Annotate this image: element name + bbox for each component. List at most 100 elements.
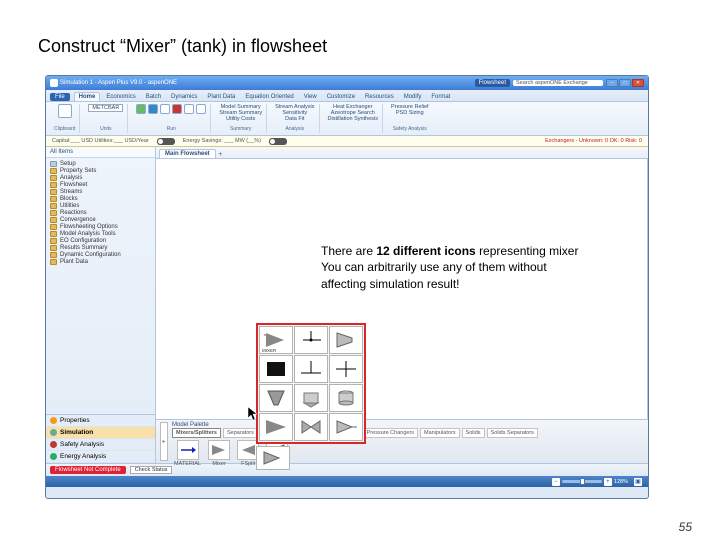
mixer-variant-hopper[interactable] [259, 384, 293, 412]
tree-item[interactable]: Flowsheet [48, 181, 153, 188]
mixer-variant-triangle[interactable]: MIXER [259, 326, 293, 354]
view-mode-button[interactable]: ▣ [634, 478, 642, 486]
zoom-in-button[interactable]: + [604, 478, 612, 486]
palette-item-material[interactable]: MATERIAL [172, 439, 203, 468]
palette-collapse-arrow[interactable]: ▸ [160, 422, 168, 461]
folder-icon [50, 231, 57, 237]
zoom-control[interactable]: − + 128% [552, 478, 628, 486]
search-input[interactable]: Search aspenONE Exchange [513, 80, 603, 86]
ribbon-tab-dynamics[interactable]: Dynamics [167, 93, 201, 101]
environment-switcher: Properties Simulation Safety Analysis En… [46, 414, 155, 463]
ribbon-tab-economics[interactable]: Economics [102, 93, 139, 101]
palette-item-mixer[interactable]: Mixer [206, 439, 232, 468]
mixer-variant-extra[interactable] [256, 446, 290, 470]
folder-icon [50, 238, 57, 244]
zoom-out-button[interactable]: − [552, 478, 560, 486]
ribbon-tab-eo[interactable]: Equation Oriented [241, 93, 297, 101]
energy-toggle[interactable] [269, 138, 287, 145]
mixer-variant-tank-inline[interactable] [294, 384, 328, 412]
env-energy[interactable]: Energy Analysis [46, 451, 155, 463]
zoom-slider[interactable] [562, 480, 602, 483]
folder-icon [50, 196, 57, 202]
tree-item[interactable]: Dynamic Configuration [48, 251, 153, 258]
palette-cat-mixers[interactable]: Mixers/Splitters [172, 428, 221, 438]
env-safety[interactable]: Safety Analysis [46, 439, 155, 451]
section-tab-flowsheet[interactable]: Flowsheet [475, 79, 510, 87]
ribbon-tab-strip: File Home Economics Batch Dynamics Plant… [46, 90, 648, 102]
ribbon-tab-plant-data[interactable]: Plant Data [203, 93, 239, 101]
next-icon[interactable] [136, 104, 146, 114]
ribbon-group-clipboard: Clipboard [50, 104, 80, 133]
ribbon-tab-format[interactable]: Format [427, 93, 454, 101]
folder-icon [50, 252, 57, 258]
palette-cat-solids-sep[interactable]: Solids Separators [487, 428, 538, 438]
ribbon-tab-batch[interactable]: Batch [142, 93, 165, 101]
tree-item[interactable]: Blocks [48, 195, 153, 202]
tree-item[interactable]: Flowsheeting Options [48, 223, 153, 230]
paste-icon[interactable] [58, 104, 72, 118]
tree-item[interactable]: Reactions [48, 209, 153, 216]
tree-item[interactable]: Results Summary [48, 244, 153, 251]
dist-synth-link[interactable]: Distillation Synthesis [328, 116, 378, 122]
minimize-button[interactable]: – [606, 79, 618, 87]
stop-icon[interactable] [172, 104, 182, 114]
tree-item[interactable]: Setup [48, 160, 153, 167]
mixer-variant-tee2[interactable] [294, 355, 328, 383]
folder-icon [50, 175, 57, 181]
mixer-variant-cross[interactable] [329, 355, 363, 383]
ribbon-tab-view[interactable]: View [300, 93, 321, 101]
flowsheet-add-tab[interactable]: + [219, 152, 223, 158]
units-select[interactable]: METCBAR [88, 104, 123, 112]
run-icon[interactable] [148, 104, 158, 114]
tree-item[interactable]: Analysis [48, 174, 153, 181]
close-button[interactable]: ✕ [632, 79, 644, 87]
flowsheet-tab-main[interactable]: Main Flowsheet [159, 149, 216, 158]
flowsheet-canvas[interactable]: There are 12 different icons representin… [156, 159, 648, 419]
tree-item[interactable]: Model Analysis Tools [48, 230, 153, 237]
folder-icon [50, 189, 57, 195]
palette-title: Model Palette [172, 422, 644, 428]
env-simulation[interactable]: Simulation [46, 427, 155, 439]
tree-item[interactable]: Property Sets [48, 167, 153, 174]
tree-item[interactable]: Utilities [48, 202, 153, 209]
mixer-variant-tee[interactable] [294, 326, 328, 354]
utility-costs-link[interactable]: Utility Costs [226, 116, 255, 122]
ribbon-group-badges: Pressure Relief PSD Sizing Safety Analys… [387, 104, 433, 133]
nav-tree[interactable]: Setup Property Sets Analysis Flowsheet S… [46, 158, 155, 414]
folder-icon [50, 182, 57, 188]
tree-item[interactable]: EO Configuration [48, 237, 153, 244]
reset-icon[interactable] [184, 104, 194, 114]
psd-sizing-link[interactable]: PSD Sizing [396, 110, 424, 116]
tree-item[interactable]: Convergence [48, 216, 153, 223]
nav-header: All Items [46, 147, 155, 158]
palette-cat-separators[interactable]: Separators [223, 428, 258, 438]
folder-icon [50, 259, 57, 265]
data-fit-link[interactable]: Data Fit [285, 116, 304, 122]
palette-cat-manipulators[interactable]: Manipulators [420, 428, 460, 438]
maximize-button[interactable]: □ [619, 79, 631, 87]
capital-toggle[interactable] [157, 138, 175, 145]
mixer-variant-drum[interactable] [329, 384, 363, 412]
bolt-icon [50, 453, 57, 460]
tree-item[interactable]: Streams [48, 188, 153, 195]
status-pill[interactable]: Flowsheet Not Complete [50, 466, 126, 474]
ribbon-tab-modify[interactable]: Modify [400, 93, 426, 101]
step-icon[interactable] [160, 104, 170, 114]
palette-cat-pressure[interactable]: Pressure Changers [363, 428, 418, 438]
page-number: 55 [679, 520, 692, 534]
control-panel-icon[interactable] [196, 104, 206, 114]
mixer-variant-3d[interactable] [329, 326, 363, 354]
file-tab[interactable]: File [50, 93, 70, 101]
ribbon-tab-resources[interactable]: Resources [361, 93, 398, 101]
tree-item[interactable]: Plant Data [48, 258, 153, 265]
ribbon-tab-customize[interactable]: Customize [323, 93, 359, 101]
capital-readout: Capital:___ USD Utilities:___ USD/Year [52, 138, 149, 145]
slide-title: Construct “Mixer” (tank) in flowsheet [38, 36, 327, 57]
env-properties[interactable]: Properties [46, 415, 155, 427]
ribbon-label-hx [352, 126, 353, 132]
palette-cat-solids[interactable]: Solids [462, 428, 485, 438]
ribbon-label-safety: Safety Analysis [393, 126, 427, 132]
ribbon-tab-home[interactable]: Home [74, 92, 101, 101]
check-status-button[interactable]: Check Status [130, 466, 173, 474]
mixer-variant-block[interactable] [259, 355, 293, 383]
